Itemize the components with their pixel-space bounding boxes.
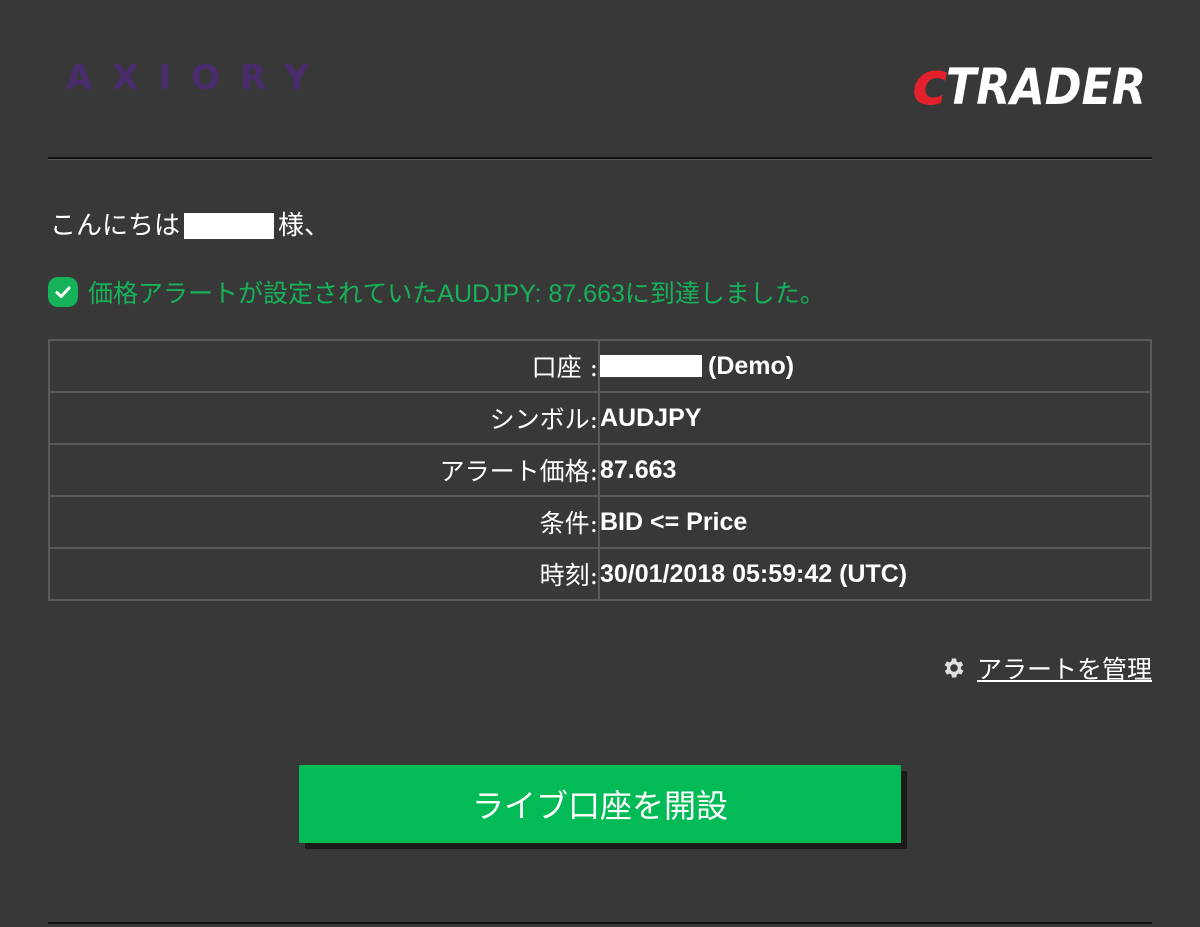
table-row: 条件: BID <= Price [48,495,1152,549]
table-row: シンボル: AUDJPY [48,391,1152,445]
greeting-prefix: こんにちは [50,211,181,241]
alert-text: 価格アラートが設定されていたAUDJPY: 87.663に到達しました。 [88,274,825,310]
open-live-account-button[interactable]: ライブ口座を開設 [299,765,901,843]
alert-price-value: 87.663 [598,443,1152,497]
account-value: (Demo) [598,339,1152,393]
alert-text-part1: 価格アラートが設定されていた [88,279,438,308]
symbol-label: シンボル: [48,391,600,445]
alert-text-part3: に到達しました。 [624,279,825,308]
redacted-name [184,213,275,239]
alert-symbol-price: AUDJPY: 87.663 [437,280,625,308]
table-row: 口座 : (Demo) [48,339,1152,393]
check-circle-icon [48,277,78,307]
gear-icon [944,658,964,678]
ctrader-logo: c TRADER [912,49,1146,112]
redacted-account [600,354,702,377]
svg-text:TRADER: TRADER [946,58,1146,112]
alert-price-label: アラート価格: [48,443,600,497]
alert-details-table: 口座 : (Demo) シンボル: AUDJPY アラート価格: 87.663 … [48,339,1152,601]
greeting-suffix: 様、 [278,211,331,241]
time-value: 30/01/2018 05:59:42 (UTC) [598,547,1152,601]
account-type: (Demo) [708,351,795,380]
time-label: 時刻: [48,547,600,601]
footer-divider [48,922,1152,924]
email-header: AXIORY c TRADER [48,0,1152,158]
greeting: こんにちは 様、 [50,208,330,244]
axiory-logo: AXIORY [66,58,330,98]
header-divider [48,157,1152,160]
condition-label: 条件: [48,495,600,549]
symbol-value: AUDJPY [598,391,1152,445]
condition-value: BID <= Price [598,495,1152,549]
alert-message: 価格アラートが設定されていたAUDJPY: 87.663に到達しました。 [48,274,825,310]
account-label: 口座 : [48,339,600,393]
svg-text:c: c [912,49,948,112]
manage-alerts-link[interactable]: アラートを管理 [977,650,1152,686]
table-row: アラート価格: 87.663 [48,443,1152,497]
table-row: 時刻: 30/01/2018 05:59:42 (UTC) [48,547,1152,601]
manage-alerts: アラートを管理 [941,650,1152,686]
